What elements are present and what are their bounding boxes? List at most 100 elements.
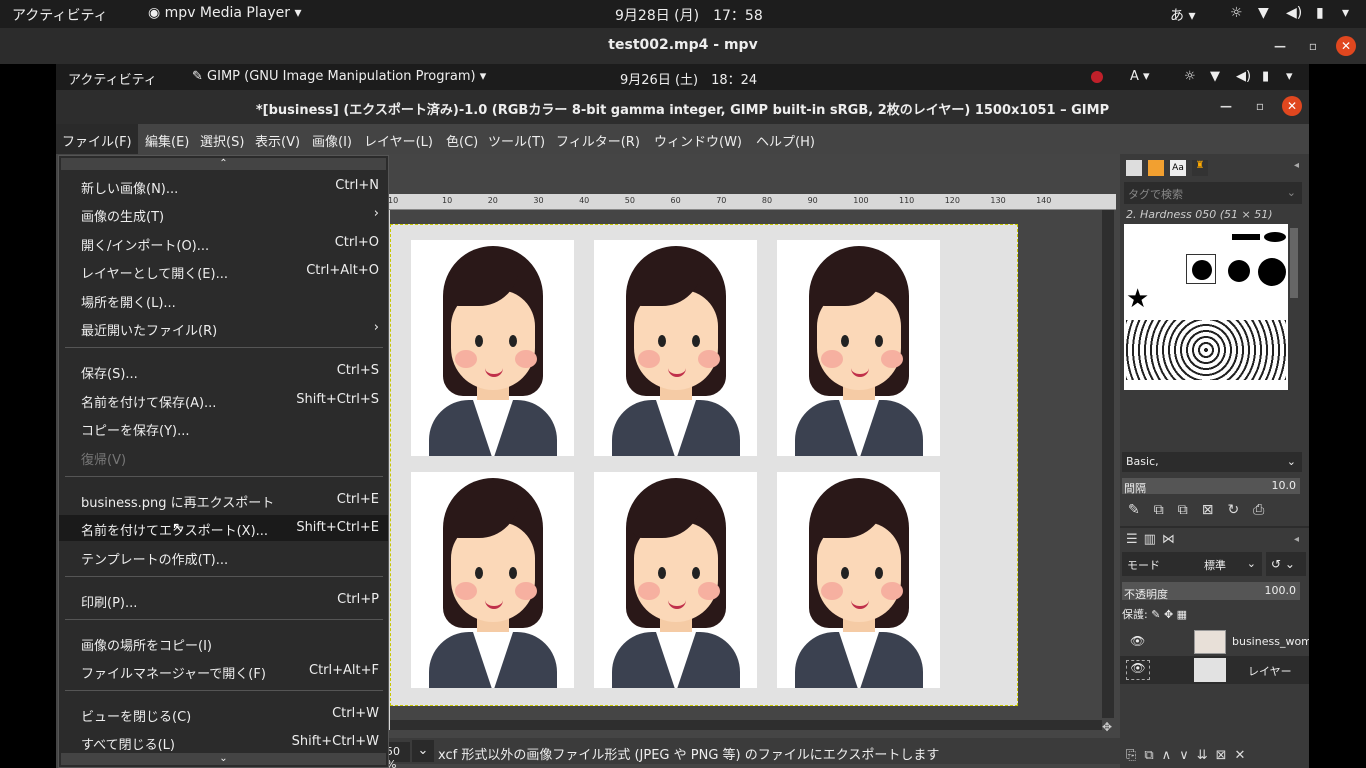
lock-pixels-icon: ✎ — [1151, 608, 1164, 621]
volume-icon[interactable]: ◀) — [1286, 5, 1302, 21]
system-menu-chevron-icon[interactable]: ▾ — [1342, 5, 1349, 21]
inner-battery-icon: ▮ — [1262, 69, 1270, 84]
inner-wifi-icon: ▼ — [1210, 69, 1220, 84]
menu-item-open-recent[interactable]: 最近開いたファイル(R) › — [59, 315, 388, 341]
menu-layer: レイヤー(L) — [364, 135, 433, 150]
horizontal-scrollbar — [390, 720, 1102, 730]
menu-item-export-as[interactable]: 名前を付けてエクスポート(X)... Shift+Ctrl+E — [59, 515, 388, 541]
brush-name: 2. Hardness 050 (51 × 51) — [1126, 208, 1273, 221]
lock-label: 保護: — [1122, 608, 1148, 621]
submenu-chevron-icon: › — [373, 206, 379, 221]
maximize-icon[interactable]: ▫ — [1303, 36, 1323, 56]
layer-name: business_wom — [1232, 635, 1309, 648]
activities-button[interactable]: アクティビティ — [12, 5, 108, 25]
menu-item-create[interactable]: 画像の生成(T) › — [59, 201, 388, 227]
record-indicator-icon — [1091, 71, 1103, 83]
ruler-tick-label: 120 — [944, 196, 960, 205]
brightness-icon[interactable]: ☼ — [1230, 5, 1243, 21]
menu-item-open-as-layers[interactable]: レイヤーとして開く(E)... Ctrl+Alt+O — [59, 258, 388, 284]
mpv-title-bar: test002.mp4 - mpv — ▫ ✕ — [0, 28, 1366, 64]
menu-item-close-all[interactable]: すべて閉じる(L) Shift+Ctrl+W — [59, 729, 388, 755]
menu-item-save-as[interactable]: 名前を付けて保存(A)... Shift+Ctrl+S — [59, 387, 388, 413]
menu-separator — [65, 476, 383, 477]
history-tab-icon: ♜ — [1192, 160, 1208, 176]
menu-item-save-copy[interactable]: コピーを保存(Y)... — [59, 415, 388, 441]
menu-item-copy-location[interactable]: 画像の場所をコピー(I) — [59, 630, 388, 656]
file-menu: ⌃ 新しい画像(N)... Ctrl+N 画像の生成(T) › 開く/インポート(O… — [58, 155, 389, 768]
menu-item-open[interactable]: 開く/インポート(O)... Ctrl+O — [59, 230, 388, 256]
gimp-title-bar: *[business] (エクスポート済み)-1.0 (RGBカラー 8-bit… — [56, 90, 1309, 124]
menu-separator — [65, 619, 383, 620]
window-title: test002.mp4 - mpv — [608, 37, 758, 53]
layer-thumbnail — [1194, 630, 1226, 654]
mode-label: モード — [1127, 559, 1160, 572]
menu-item-save[interactable]: 保存(S)... Ctrl+S — [59, 358, 388, 384]
minimize-icon[interactable]: — — [1270, 36, 1290, 56]
horizontal-ruler: 10 20 30 40 50 60 70 80 90 100 110 120 130 140 10 — [386, 194, 1116, 210]
ruler-tick-label: 60 — [670, 196, 681, 205]
menu-select: 選択(S) — [200, 135, 245, 150]
clock[interactable]: 9月28日 (月) 17：58 — [615, 5, 763, 25]
app-menu[interactable]: ◉ mpv Media Player ▾ — [148, 5, 301, 21]
brush-texture-icons — [1126, 320, 1286, 380]
menu-view: 表示(V) — [255, 135, 301, 150]
menu-item-new[interactable]: 新しい画像(N)... Ctrl+N — [59, 173, 388, 199]
lock-alpha-icon: ▦ — [1176, 608, 1188, 621]
portrait-photo — [594, 240, 757, 456]
wifi-icon[interactable]: ▼ — [1258, 5, 1269, 21]
menu-separator — [65, 576, 383, 577]
menu-filters: フィルター(R) — [556, 135, 640, 150]
vertical-scrollbar — [1102, 210, 1114, 718]
input-method[interactable]: あ ▾ — [1170, 5, 1195, 25]
menu-image: 画像(I) — [312, 135, 352, 150]
inner-top-bar: アクティビティ ✎ GIMP (GNU Image Manipulation P… — [56, 64, 1309, 90]
scroll-down-arrow-icon[interactable]: ⌄ — [61, 753, 386, 765]
menu-item-open-location[interactable]: 場所を開く(L)... — [59, 287, 388, 313]
gimp-minimize-icon: — — [1220, 99, 1232, 113]
menu-separator — [65, 347, 383, 348]
menu-item-print[interactable]: 印刷(P)... Ctrl+P — [59, 587, 388, 613]
dock-tabs: Aa ♜ — [1126, 160, 1216, 178]
ruler-tick-label: 130 — [990, 196, 1006, 205]
lock-row: 保護: ✎ ✥ ▦ — [1122, 606, 1187, 622]
image-canvas — [390, 224, 1018, 706]
portrait-photo — [777, 472, 940, 688]
spacing-label: 間隔 — [1124, 482, 1146, 495]
menu-item-close-view[interactable]: ビューを閉じる(C) Ctrl+W — [59, 701, 388, 727]
layer-name: レイヤー — [1248, 665, 1292, 678]
close-icon[interactable]: ✕ — [1336, 36, 1356, 56]
brush-scrollbar — [1290, 228, 1298, 298]
patterns-tab-icon — [1148, 160, 1164, 176]
ruler-tick-label: 110 — [899, 196, 915, 205]
layer-action-icons: ⎘⧉∧∨⇊⊠✕ — [1126, 748, 1254, 763]
brush-grid: ★ — [1124, 224, 1288, 390]
opacity-slider: 不透明度 100.0 — [1122, 582, 1300, 601]
ruler-tick-label: 100 — [853, 196, 869, 205]
tag-search-placeholder: タグで検索 — [1128, 188, 1183, 201]
inner-activities: アクティビティ — [68, 73, 157, 88]
ruler-tick-label: 20 — [487, 196, 498, 205]
lock-position-icon: ✥ — [1163, 608, 1177, 621]
inner-chevron-icon: ▾ — [1286, 69, 1293, 84]
zoom-dropdown-chevron-icon: ⌄ — [412, 740, 434, 762]
menu-separator — [65, 690, 383, 691]
visibility-eye-icon: 👁 — [1130, 634, 1146, 648]
ruler-tick-label: 70 — [716, 196, 727, 205]
submenu-chevron-icon: › — [373, 320, 379, 335]
brush-star-icon: ★ — [1126, 284, 1150, 314]
gimp-window-title: *[business] (エクスポート済み)-1.0 (RGBカラー 8-bit… — [255, 103, 1110, 118]
inner-brightness-icon: ☼ — [1184, 69, 1196, 84]
menu-item-create-template[interactable]: テンプレートの作成(T)... — [59, 544, 388, 570]
mouse-cursor-icon: ↖ — [172, 520, 184, 536]
battery-icon[interactable]: ▮ — [1316, 5, 1324, 21]
preset-value: Basic, — [1126, 455, 1159, 468]
brush-preset-select: Basic, ⌄ — [1122, 452, 1302, 472]
mode-value: 標準 — [1204, 559, 1226, 572]
menu-item-export-to[interactable]: business.png に再エクスポート Ctrl+E — [59, 487, 388, 513]
menu-item-show-in-file-manager[interactable]: ファイルマネージャーで開く(F) Ctrl+Alt+F — [59, 658, 388, 684]
spacing-value: 10.0 — [1271, 479, 1297, 492]
menu-item-revert: 復帰(V) — [81, 453, 127, 468]
scroll-up-arrow-icon[interactable]: ⌃ — [61, 158, 386, 170]
status-message: xcf 形式以外の画像ファイル形式 (JPEG や PNG 等) のファイルにエ… — [438, 748, 940, 763]
ruler-tick-label: 40 — [579, 196, 590, 205]
